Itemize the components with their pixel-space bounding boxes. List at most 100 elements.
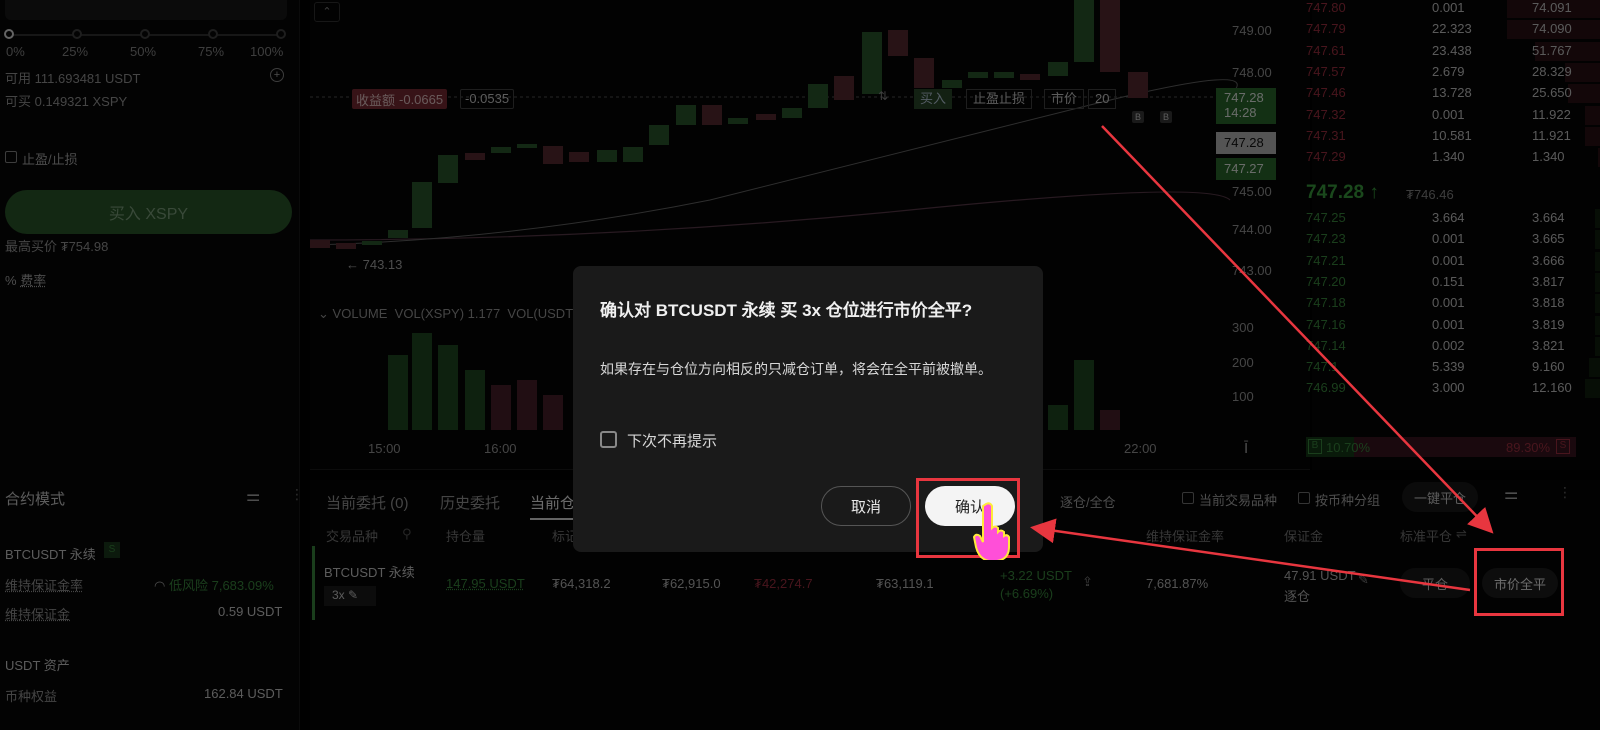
reverse-arrows-icon[interactable]: ⇅	[878, 89, 900, 107]
close-position-button[interactable]: 平仓	[1400, 568, 1470, 598]
tab-order-history[interactable]: 历史委托	[440, 492, 500, 513]
bid-qty: 3.000	[1432, 380, 1465, 396]
ask-row[interactable]: 747.31 10.581 11.921	[1306, 126, 1600, 147]
order-tag-buy[interactable]: 买入	[914, 89, 953, 109]
leverage-badge[interactable]: 3x ✎	[324, 586, 376, 606]
bid-row[interactable]: 747.1 5.339 9.160	[1306, 357, 1600, 378]
filter-group-label: 按币种分组	[1315, 493, 1381, 508]
ask-price: 747.80	[1306, 0, 1346, 15]
close-all-button[interactable]: 一键平仓	[1402, 482, 1478, 512]
margin-value: 47.91 USDT	[1284, 568, 1356, 583]
bid-row[interactable]: 747.14 0.002 3.821	[1306, 336, 1600, 357]
unrealized-pnl: +3.22 USDT	[1000, 568, 1072, 583]
bid-price: 747.16	[1306, 316, 1346, 332]
pin-icon[interactable]: ⚲	[402, 526, 412, 542]
can-buy-value: 0.149321 XSPY	[34, 94, 128, 109]
ask-row[interactable]: 747.29 1.340 1.340	[1306, 147, 1600, 168]
bid-row[interactable]: 747.25 3.664 3.664	[1306, 208, 1600, 229]
ask-price: 747.31	[1306, 127, 1346, 143]
ask-row[interactable]: 747.79 22.323 74.090	[1306, 19, 1600, 40]
bid-total: 3.821	[1532, 337, 1565, 353]
slider-tick-25[interactable]	[72, 29, 82, 39]
ask-qty: 10.581	[1432, 127, 1472, 143]
bid-qty: 3.664	[1432, 210, 1465, 225]
fee-row[interactable]: % 费率	[5, 270, 46, 289]
bid-row[interactable]: 747.18 0.001 3.818	[1306, 293, 1600, 314]
dont-remind-checkbox[interactable]	[600, 431, 617, 448]
ask-row[interactable]: 747.46 13.728 25.650	[1306, 83, 1600, 104]
filter-group-checkbox[interactable]	[1298, 492, 1310, 504]
ask-row[interactable]: 747.61 23.438 51.767	[1306, 41, 1600, 62]
mark-price: ₮746.46	[1406, 187, 1454, 202]
settings-sliders-icon[interactable]: ⚌	[1504, 484, 1518, 504]
depth-bar	[1595, 315, 1600, 335]
order-tag-tpsl[interactable]: 止盈止损	[966, 89, 1033, 109]
slider-tick-50[interactable]	[140, 29, 150, 39]
slider-label: 100%	[250, 44, 284, 59]
low-price-label: ← 743.13	[346, 257, 403, 272]
bid-price: 747.18	[1306, 295, 1346, 311]
sort-icon[interactable]: ⇌	[1456, 526, 1467, 542]
edit-pencil-icon[interactable]: ✎	[1358, 572, 1369, 588]
fee-label: 费率	[20, 273, 47, 288]
bid-qty: 0.001	[1432, 252, 1465, 268]
bid-price: 747.21	[1306, 252, 1346, 268]
drag-handle-icon[interactable]: ⋮	[1558, 484, 1572, 501]
bid-qty: 0.001	[1432, 316, 1465, 332]
time-scale-icon[interactable]: Ī	[1244, 440, 1248, 457]
slider-tick-100[interactable]	[276, 29, 286, 39]
bid-row[interactable]: 747.16 0.001 3.819	[1306, 315, 1600, 336]
can-buy-label: 可买	[5, 94, 32, 109]
ask-qty: 1.340	[1432, 149, 1465, 165]
transfer-icon[interactable]: +	[270, 68, 284, 82]
bid-row[interactable]: 746.99 3.000 12.160	[1306, 378, 1600, 399]
slider-label: 0%	[6, 44, 25, 59]
slider-tick-75[interactable]	[208, 29, 218, 39]
ask-total: 74.090	[1532, 21, 1572, 37]
tp-sl-checkbox[interactable]	[5, 151, 17, 163]
bid-row[interactable]: 747.23 0.001 3.665	[1306, 229, 1600, 250]
unrealized-pnl-pct: (+6.69%)	[1000, 586, 1054, 601]
dont-remind-label[interactable]: 下次不再提示	[627, 430, 717, 451]
amount-input[interactable]	[5, 0, 287, 20]
price-tick: 745.00	[1232, 184, 1272, 199]
bid-total: 12.160	[1532, 380, 1572, 396]
ask-row[interactable]: 747.57 2.679 28.329	[1306, 62, 1600, 83]
settings-sliders-icon[interactable]: ⚌	[246, 486, 260, 506]
ask-row[interactable]: 747.80 0.001 74.091	[1306, 0, 1600, 19]
order-tag-market[interactable]: 市价	[1044, 89, 1085, 109]
position-symbol[interactable]: BTCUSDT 永续	[324, 562, 415, 581]
bid-row[interactable]: 747.21 0.001 3.666	[1306, 251, 1600, 272]
filter-current-checkbox[interactable]	[1182, 492, 1194, 504]
margin-mode-select[interactable]: 逐仓/全仓	[1060, 492, 1116, 511]
bid-total: 3.818	[1532, 295, 1565, 311]
pnl-badge[interactable]: 收益额 -0.0665	[352, 89, 448, 109]
cancel-button[interactable]: 取消	[821, 486, 911, 526]
price-scale[interactable]: 749.00 748.00 747.28 14:28 747.28 747.27…	[1216, 0, 1310, 470]
buy-label: B	[1308, 439, 1322, 454]
slider-tick-0[interactable]	[4, 29, 14, 39]
edit-pencil-icon: ✎	[348, 588, 359, 602]
depth-bar	[1595, 251, 1600, 271]
tab-open-orders[interactable]: 当前委托 (0)	[326, 492, 409, 513]
order-marker-icon[interactable]: B	[1160, 111, 1172, 123]
chevron-down-icon[interactable]: ⌄	[318, 306, 329, 321]
buy-ratio: 10.70%	[1326, 440, 1371, 455]
drag-handle-icon[interactable]: ⋮	[290, 486, 304, 503]
share-icon[interactable]: ⇪	[1082, 574, 1093, 590]
ask-total: 51.767	[1532, 42, 1572, 58]
order-book: 747.80 0.001 74.091 747.79 22.323 74.090 747.6…	[1306, 0, 1600, 470]
ask-qty: 22.323	[1432, 21, 1472, 37]
ask-qty: 2.679	[1432, 63, 1465, 79]
can-buy-row: 可买 0.149321 XSPY	[5, 91, 127, 110]
pnl-value: -0.0665	[399, 91, 444, 107]
tab-positions[interactable]: 当前仓	[530, 492, 575, 513]
position-size[interactable]: 147.95 USDT	[446, 576, 525, 591]
risk-value: 7,683.09%	[211, 578, 274, 593]
depth-bar	[1595, 230, 1600, 250]
bid-row[interactable]: 747.20 0.151 3.817	[1306, 272, 1600, 293]
order-marker-icon[interactable]: B	[1132, 111, 1144, 123]
ask-row[interactable]: 747.32 0.001 11.922	[1306, 105, 1600, 126]
buy-button[interactable]: 买入 XSPY	[5, 190, 292, 234]
risk-label: 低风险	[168, 578, 208, 593]
